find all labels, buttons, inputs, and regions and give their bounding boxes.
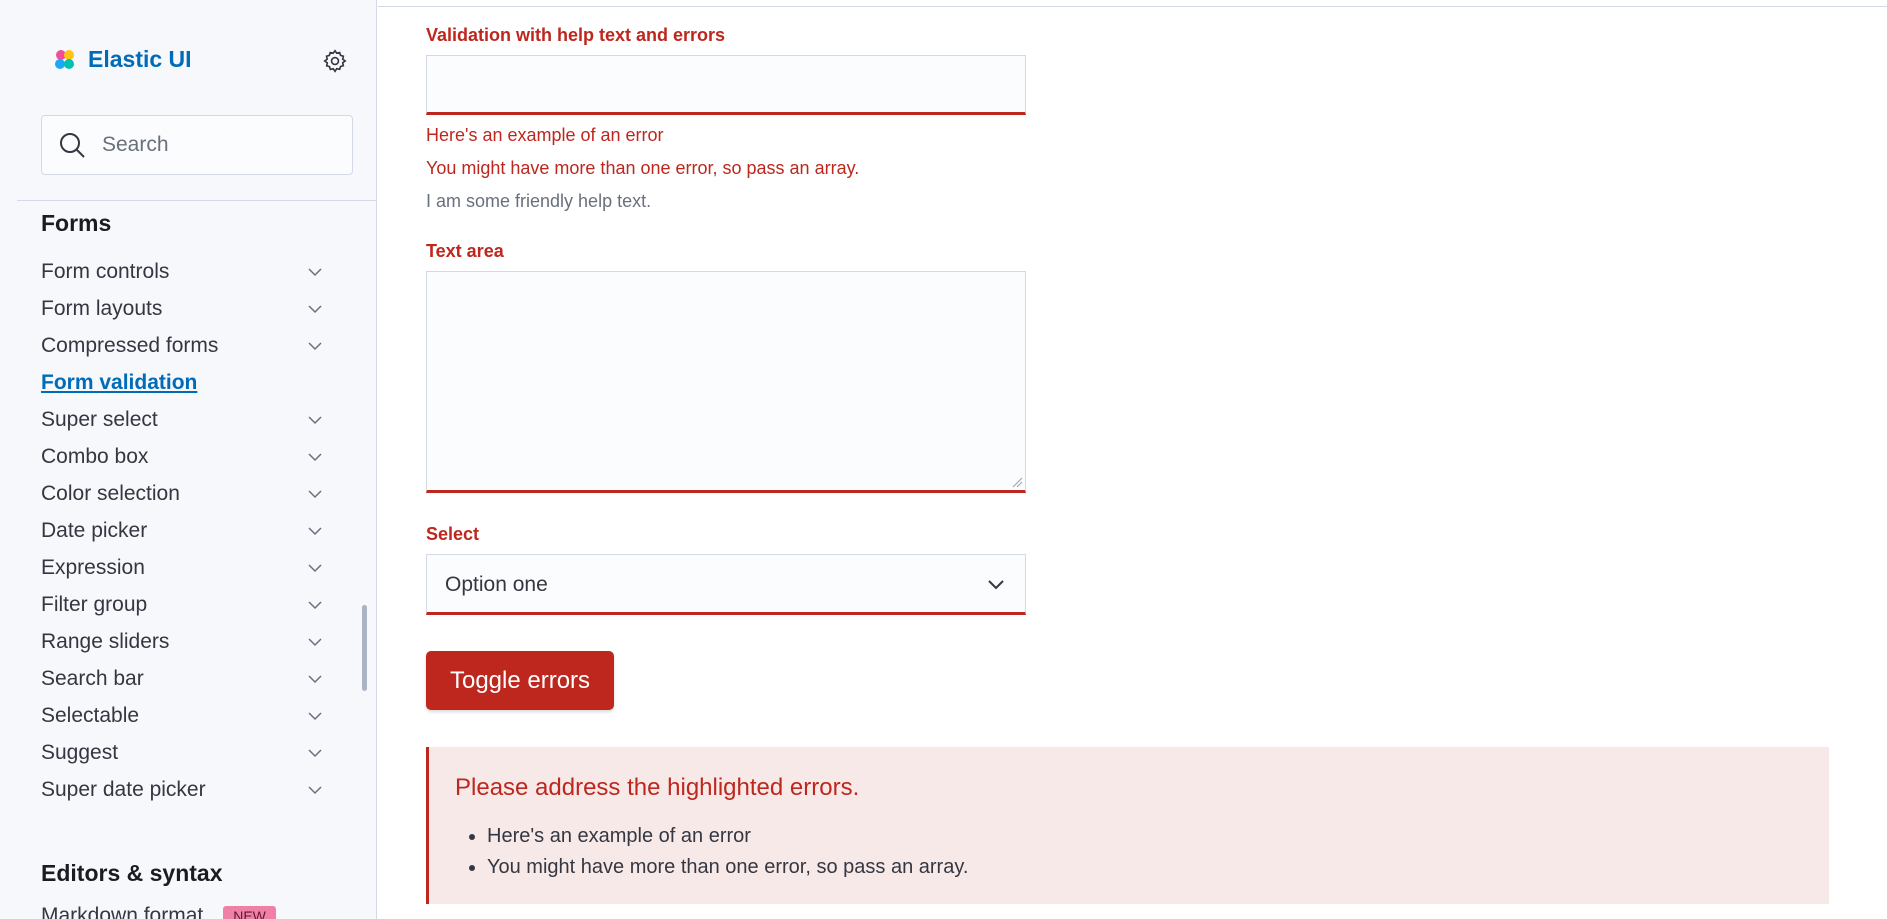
sidebar-item-super-select[interactable]: Super select — [41, 401, 341, 438]
sidebar-item-label: Search bar — [41, 666, 144, 690]
sidebar-scrollbar[interactable] — [362, 605, 367, 691]
gear-icon — [323, 49, 347, 73]
new-badge: NEW — [223, 906, 276, 919]
chevron-down-icon[interactable] — [306, 670, 324, 688]
sidebar-item-label: Suggest — [41, 740, 119, 764]
sidebar-search[interactable] — [41, 115, 353, 175]
sidebar-item-super-date-picker[interactable]: Super date picker — [41, 771, 341, 808]
sidebar-item-color-selection[interactable]: Color selection — [41, 475, 341, 512]
toggle-errors-button[interactable]: Toggle errors — [426, 651, 614, 710]
chevron-down-icon[interactable] — [306, 522, 324, 540]
chevron-down-icon[interactable] — [306, 485, 324, 503]
forms-nav-list: Form controls Form layouts Compressed fo… — [41, 253, 341, 808]
sidebar-item-label: Color selection — [41, 481, 180, 505]
sidebar-item-compressed-forms[interactable]: Compressed forms — [41, 327, 341, 364]
callout-error-list: Here's an example of an error You might … — [455, 821, 968, 883]
select-dropdown[interactable]: Option one — [426, 554, 1026, 615]
sidebar-item-date-picker[interactable]: Date picker — [41, 512, 341, 549]
chevron-down-icon[interactable] — [306, 263, 324, 281]
sidebar-item-search-bar[interactable]: Search bar — [41, 660, 341, 697]
textarea-label: Text area — [426, 241, 504, 261]
validation-input[interactable] — [427, 56, 1025, 112]
sidebar-item-combo-box[interactable]: Combo box — [41, 438, 341, 475]
sidebar-item-label: Super date picker — [41, 777, 206, 801]
sidebar-item-label: Range sliders — [41, 629, 170, 653]
chevron-down-icon[interactable] — [306, 411, 324, 429]
sidebar-item-form-validation[interactable]: Form validation — [41, 364, 341, 401]
text-area[interactable] — [427, 272, 1025, 490]
sidebar-item-form-controls[interactable]: Form controls — [41, 253, 341, 290]
chevron-down-icon[interactable] — [306, 596, 324, 614]
select-label: Select — [426, 524, 480, 544]
select-value: Option one — [445, 573, 548, 596]
section-title-editors: Editors & syntax — [41, 860, 223, 886]
error-text: You might have more than one error, so p… — [426, 158, 860, 178]
chevron-down-icon[interactable] — [306, 337, 324, 355]
sidebar-item-expression[interactable]: Expression — [41, 549, 341, 586]
sidebar-item-markdown-format[interactable]: Markdown format NEW — [41, 904, 276, 919]
search-input[interactable] — [100, 132, 320, 158]
brand-link[interactable]: Elastic UI — [52, 46, 192, 73]
sidebar-item-range-sliders[interactable]: Range sliders — [41, 623, 341, 660]
chevron-down-icon[interactable] — [306, 744, 324, 762]
settings-button[interactable] — [320, 46, 350, 76]
list-item: Here's an example of an error — [487, 821, 968, 852]
sidebar-item-label: Selectable — [41, 703, 140, 727]
chevron-down-icon[interactable] — [306, 707, 324, 725]
chevron-down-icon — [988, 580, 1004, 590]
validation-input-wrapper — [426, 55, 1026, 115]
sidebar-item-label: Expression — [41, 555, 145, 579]
help-text: I am some friendly help text. — [426, 191, 652, 211]
sidebar-item-label: Super select — [41, 407, 158, 431]
chevron-down-icon[interactable] — [306, 559, 324, 577]
error-text: Here's an example of an error — [426, 125, 664, 145]
chevron-down-icon[interactable] — [306, 633, 324, 651]
chevron-down-icon[interactable] — [306, 300, 324, 318]
sidebar-item-label: Date picker — [41, 518, 148, 542]
elastic-logo-icon — [55, 49, 74, 69]
sidebar-item-form-layouts[interactable]: Form layouts — [41, 290, 341, 327]
sidebar-item-suggest[interactable]: Suggest — [41, 734, 341, 771]
chevron-down-icon[interactable] — [306, 448, 324, 466]
header-divider — [378, 6, 1887, 7]
sidebar-item-label: Compressed forms — [41, 333, 219, 357]
error-callout: Please address the highlighted errors. H… — [426, 747, 1829, 904]
search-icon — [60, 133, 85, 158]
sidebar-item-label: Filter group — [41, 592, 148, 616]
sidebar-item-label: Form controls — [41, 259, 170, 283]
sidebar-item-label: Combo box — [41, 444, 149, 468]
validation-field-label: Validation with help text and errors — [426, 25, 726, 45]
chevron-down-icon[interactable] — [306, 781, 324, 799]
sidebar-item-label: Markdown format — [41, 904, 204, 919]
callout-title: Please address the highlighted errors. — [455, 774, 860, 801]
sidebar-item-filter-group[interactable]: Filter group — [41, 586, 341, 623]
sidebar-item-label: Form layouts — [41, 296, 163, 320]
resize-grip-icon[interactable] — [1011, 476, 1023, 488]
list-item: You might have more than one error, so p… — [487, 852, 968, 883]
brand-name: Elastic UI — [88, 46, 192, 72]
sidebar-item-label: Form validation — [41, 370, 198, 394]
sidebar-divider — [17, 200, 376, 201]
textarea-wrapper — [426, 271, 1026, 493]
section-title-forms: Forms — [41, 210, 112, 236]
sidebar: Elastic UI Forms Form controls Form layo… — [0, 0, 377, 919]
sidebar-item-selectable[interactable]: Selectable — [41, 697, 341, 734]
